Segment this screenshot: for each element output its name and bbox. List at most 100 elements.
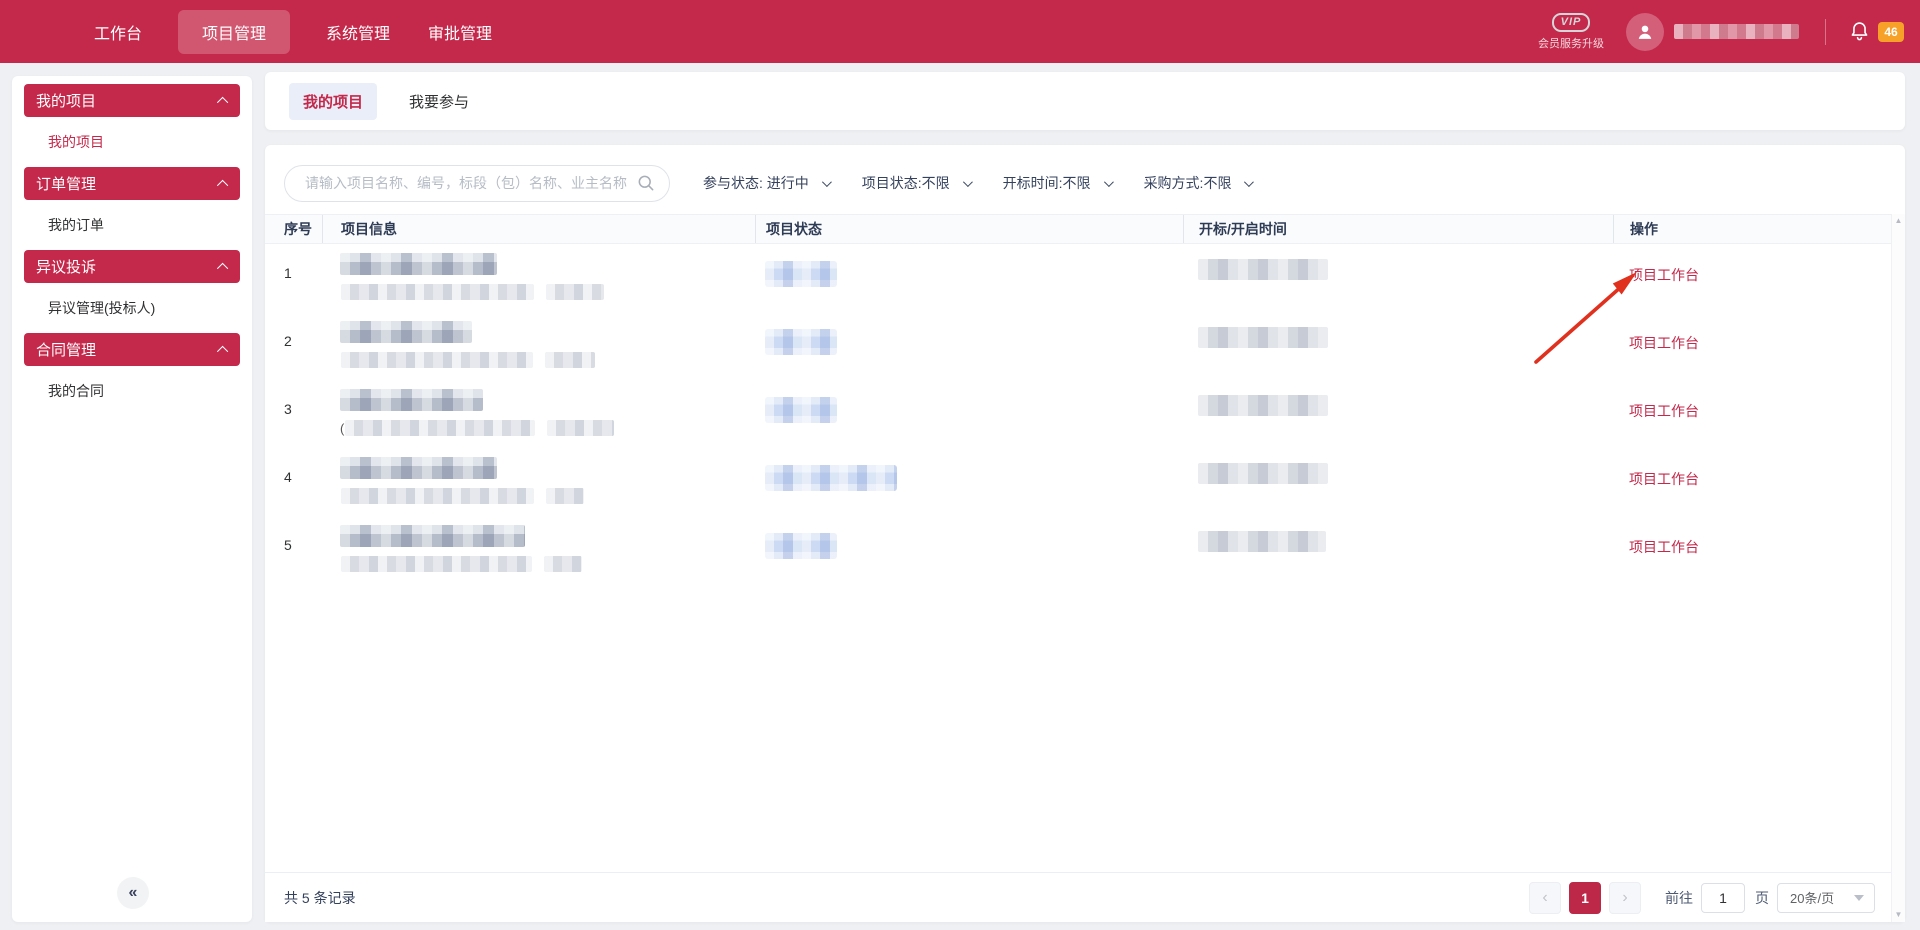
redacted-project-name bbox=[340, 321, 472, 343]
filter-purchase-method[interactable]: 采购方式:不限 bbox=[1144, 173, 1252, 193]
project-status-cell bbox=[755, 449, 1183, 517]
redacted-project-info-extra bbox=[547, 420, 614, 436]
sidebar-group-title: 合同管理 bbox=[36, 339, 96, 360]
next-page-button[interactable]: › bbox=[1609, 882, 1641, 914]
nav-tab-approval-management[interactable]: 审批管理 bbox=[426, 10, 494, 54]
project-status-cell bbox=[755, 381, 1183, 449]
sidebar-collapse-button[interactable]: « bbox=[117, 877, 149, 909]
column-header-project-info: 项目信息 bbox=[322, 215, 755, 243]
search-icon bbox=[637, 174, 655, 192]
sidebar-item-my-orders[interactable]: 我的订单 bbox=[12, 200, 252, 250]
sidebar-group-my-projects[interactable]: 我的项目 bbox=[24, 84, 240, 117]
project-list-panel: 参与状态: 进行中 项目状态:不限 开标时间:不限 采购方式:不限 序号 项目信… bbox=[265, 145, 1905, 922]
content-tab-strip: 我的项目 我要参与 bbox=[265, 72, 1905, 130]
redacted-status-badge bbox=[765, 261, 837, 287]
column-header-serial: 序号 bbox=[265, 215, 322, 243]
redacted-project-number bbox=[341, 488, 534, 504]
actions-cell: 项目工作台 bbox=[1613, 449, 1891, 517]
project-info-cell bbox=[322, 313, 755, 381]
project-search-box[interactable] bbox=[284, 165, 670, 202]
open-time-cell bbox=[1183, 449, 1613, 517]
prev-page-button[interactable]: ‹ bbox=[1529, 882, 1561, 914]
project-status-cell bbox=[755, 517, 1183, 585]
tab-my-projects[interactable]: 我的项目 bbox=[289, 83, 377, 120]
redacted-status-badge bbox=[765, 465, 897, 491]
total-records-text: 共 5 条记录 bbox=[284, 888, 356, 908]
project-workbench-link[interactable]: 项目工作台 bbox=[1629, 403, 1699, 419]
project-info-cell: ( bbox=[322, 381, 755, 449]
filter-label: 采购方式:不限 bbox=[1144, 173, 1232, 193]
redacted-project-info-extra bbox=[544, 556, 582, 572]
table-row: 1 项目工作台 bbox=[265, 245, 1891, 313]
redacted-project-number bbox=[345, 420, 535, 436]
actions-cell: 项目工作台 bbox=[1613, 313, 1891, 381]
goto-label: 前往 bbox=[1665, 888, 1693, 908]
redacted-open-time bbox=[1198, 259, 1328, 280]
redacted-username bbox=[1674, 24, 1799, 39]
notification-count-badge: 46 bbox=[1878, 22, 1904, 42]
nav-tab-project-management[interactable]: 项目管理 bbox=[178, 10, 290, 54]
sidebar-group-contract-management[interactable]: 合同管理 bbox=[24, 333, 240, 366]
tab-want-to-participate[interactable]: 我要参与 bbox=[395, 83, 483, 120]
filter-label: 参与状态: 进行中 bbox=[703, 173, 809, 193]
redacted-project-info-extra bbox=[545, 352, 595, 368]
row-serial: 1 bbox=[284, 265, 292, 281]
sidebar-group-order-management[interactable]: 订单管理 bbox=[24, 167, 240, 200]
sidebar-group-title: 我的项目 bbox=[36, 90, 96, 111]
pagination: ‹ 1 › 前往 页 20条/页 bbox=[1529, 882, 1875, 914]
redacted-status-badge bbox=[765, 533, 837, 559]
redacted-project-name bbox=[340, 253, 497, 275]
page-size-value: 20条/页 bbox=[1790, 888, 1834, 907]
scroll-down-icon[interactable]: ▼ bbox=[1895, 911, 1903, 919]
page-1-button[interactable]: 1 bbox=[1569, 882, 1601, 914]
nav-tab-system-management[interactable]: 系统管理 bbox=[324, 10, 392, 54]
sidebar-group-objection-complaint[interactable]: 异议投诉 bbox=[24, 250, 240, 283]
filter-project-status[interactable]: 项目状态:不限 bbox=[862, 173, 970, 193]
column-header-project-status: 项目状态 bbox=[755, 215, 1183, 243]
open-time-cell bbox=[1183, 313, 1613, 381]
goto-page-input[interactable] bbox=[1701, 883, 1745, 913]
chevron-down-icon bbox=[1104, 177, 1114, 187]
sidebar-item-my-contracts[interactable]: 我的合同 bbox=[12, 366, 252, 416]
row-serial: 4 bbox=[284, 469, 292, 485]
chevron-down-icon bbox=[1244, 177, 1254, 187]
bell-icon bbox=[1848, 20, 1871, 43]
project-workbench-link[interactable]: 项目工作台 bbox=[1629, 267, 1699, 283]
row-serial: 5 bbox=[284, 537, 292, 553]
vip-upgrade-label: 会员服务升级 bbox=[1538, 35, 1604, 51]
page-size-select[interactable]: 20条/页 bbox=[1777, 883, 1875, 913]
sidebar-group-title: 异议投诉 bbox=[36, 256, 96, 277]
filter-open-time[interactable]: 开标时间:不限 bbox=[1003, 173, 1111, 193]
redacted-open-time bbox=[1198, 395, 1328, 416]
chevron-up-icon bbox=[217, 345, 228, 356]
navbar-divider bbox=[1825, 19, 1826, 45]
redacted-status-badge bbox=[765, 329, 837, 355]
chevron-down-icon bbox=[822, 177, 832, 187]
filter-participation-status[interactable]: 参与状态: 进行中 bbox=[703, 173, 829, 193]
project-info-cell bbox=[322, 517, 755, 585]
table-body: 1 项目工作台 2 bbox=[265, 245, 1891, 585]
actions-cell: 项目工作台 bbox=[1613, 381, 1891, 449]
notifications-button[interactable]: 46 bbox=[1848, 20, 1904, 43]
search-input[interactable] bbox=[305, 175, 637, 191]
nav-tab-workbench[interactable]: 工作台 bbox=[92, 10, 144, 54]
open-time-cell bbox=[1183, 517, 1613, 585]
user-icon bbox=[1634, 21, 1656, 43]
open-time-cell bbox=[1183, 381, 1613, 449]
table-scrollbar[interactable]: ▲ ▼ bbox=[1891, 214, 1905, 922]
project-workbench-link[interactable]: 项目工作台 bbox=[1629, 335, 1699, 351]
redacted-project-name bbox=[340, 457, 497, 479]
vip-upgrade[interactable]: VIP 会员服务升级 bbox=[1538, 13, 1604, 51]
user-avatar[interactable] bbox=[1626, 13, 1664, 51]
actions-cell: 项目工作台 bbox=[1613, 517, 1891, 585]
sidebar-item-objection-management[interactable]: 异议管理(投标人) bbox=[12, 283, 252, 333]
sidebar-item-my-projects[interactable]: 我的项目 bbox=[12, 117, 252, 167]
table-row: 4 项目工作台 bbox=[265, 449, 1891, 517]
top-navbar: 工作台 项目管理 系统管理 审批管理 VIP 会员服务升级 46 bbox=[0, 0, 1920, 63]
scroll-up-icon[interactable]: ▲ bbox=[1895, 217, 1903, 225]
project-workbench-link[interactable]: 项目工作台 bbox=[1629, 471, 1699, 487]
project-workbench-link[interactable]: 项目工作台 bbox=[1629, 539, 1699, 555]
redacted-open-time bbox=[1198, 531, 1326, 552]
redacted-project-name bbox=[340, 389, 483, 411]
redacted-project-info-extra bbox=[546, 284, 604, 300]
